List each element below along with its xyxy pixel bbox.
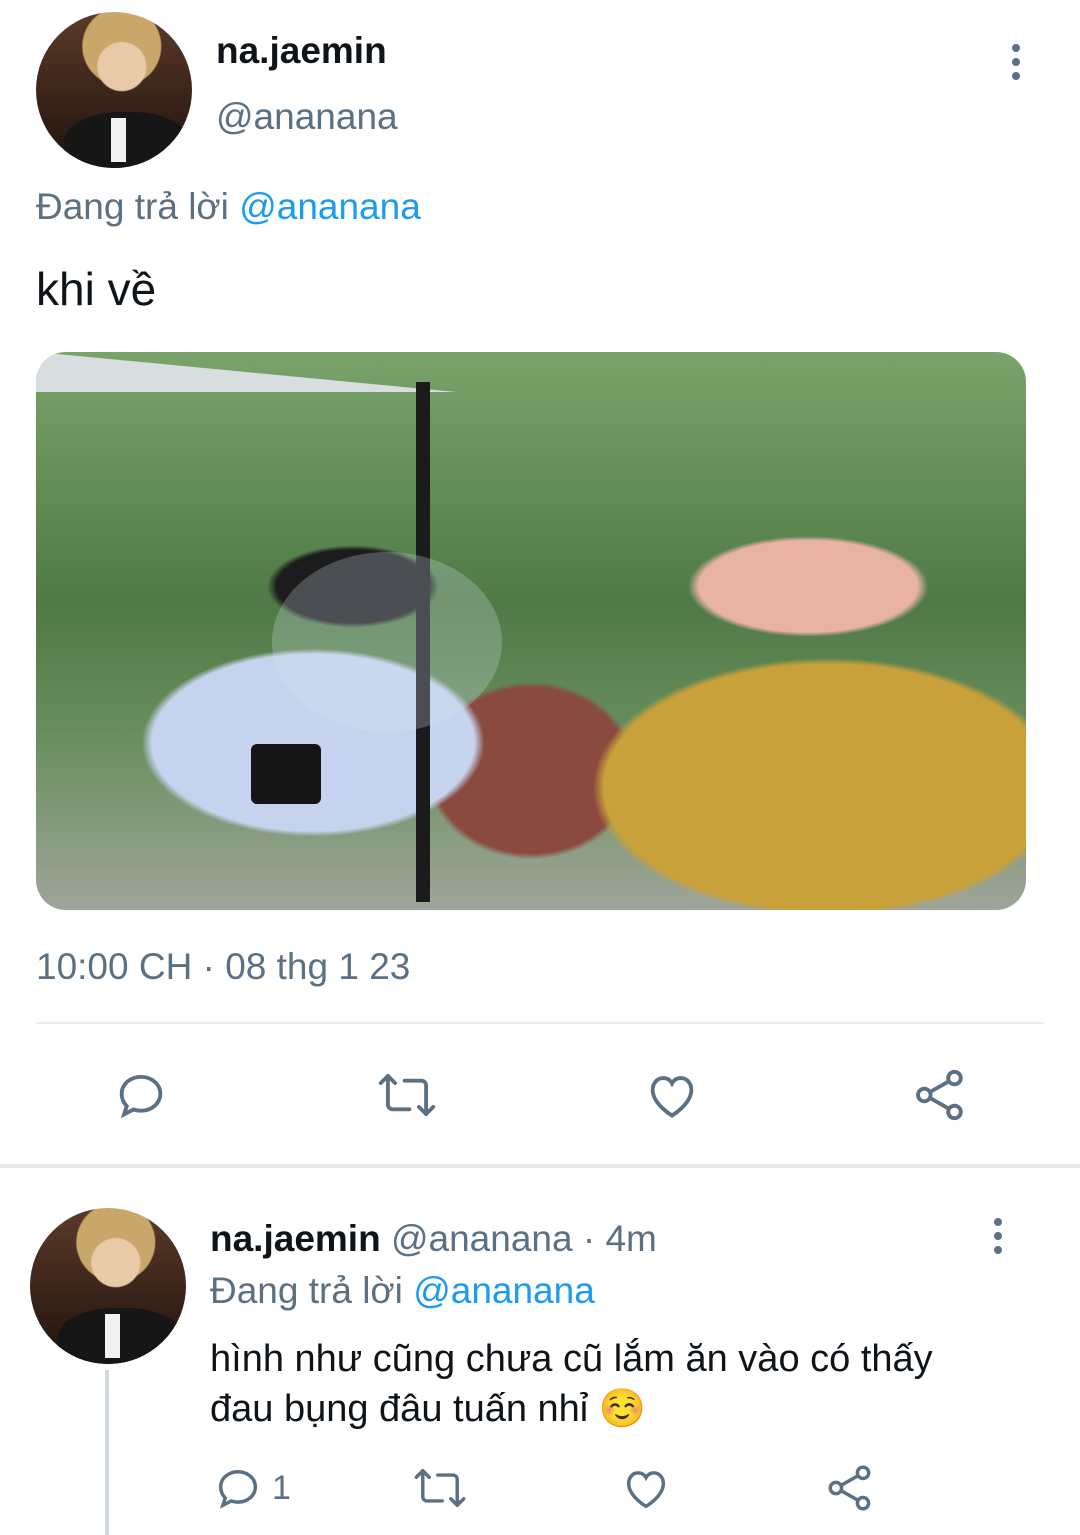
reply-handle[interactable]: @ananana bbox=[391, 1218, 573, 1259]
reply-prefix: Đang trả lời bbox=[36, 186, 229, 227]
divider bbox=[36, 1022, 1044, 1024]
reply-header: na.jaemin @ananana · 4m bbox=[210, 1218, 657, 1260]
share-button[interactable] bbox=[910, 1066, 970, 1124]
share-icon bbox=[916, 1069, 963, 1121]
reply-share-button[interactable] bbox=[824, 1462, 876, 1514]
like-button[interactable] bbox=[642, 1066, 702, 1124]
replying-to: Đang trả lời @ananana bbox=[36, 186, 421, 228]
reply-count: 1 bbox=[272, 1468, 291, 1507]
retweet-icon bbox=[378, 1074, 436, 1116]
kebab-vertical-icon bbox=[994, 1218, 1002, 1226]
reply-time: · 4m bbox=[582, 1218, 657, 1259]
display-name[interactable]: na.jaemin bbox=[216, 30, 387, 72]
reply-more-options-button[interactable] bbox=[988, 1218, 1008, 1254]
reply-reply-button[interactable]: 1 bbox=[212, 1462, 291, 1514]
smiling-face-emoji: ☺️ bbox=[598, 1388, 647, 1430]
retweet-button[interactable] bbox=[376, 1066, 438, 1124]
kebab-vertical-icon bbox=[1012, 44, 1020, 52]
reply-text-line-2: đau bụng đâu tuấn nhỉ ☺️ bbox=[210, 1388, 647, 1430]
reply-replying-to: Đang trả lời @ananana bbox=[210, 1270, 595, 1312]
reply-retweet-button[interactable] bbox=[412, 1462, 468, 1514]
reply-button[interactable] bbox=[112, 1066, 170, 1124]
like-icon bbox=[650, 1076, 694, 1118]
reply-icon bbox=[218, 1470, 258, 1509]
reply-text-line-1: hình như cũng chưa cũ lắm ăn vào có thấy bbox=[210, 1338, 933, 1380]
retweet-icon bbox=[414, 1469, 466, 1507]
thread-line bbox=[105, 1370, 109, 1535]
share-icon bbox=[828, 1465, 871, 1511]
reply-prefix: Đang trả lời bbox=[210, 1270, 403, 1311]
handle[interactable]: @ananana bbox=[216, 96, 398, 138]
reply-display-name[interactable]: na.jaemin bbox=[210, 1218, 381, 1259]
section-divider bbox=[0, 1164, 1080, 1168]
reply-icon bbox=[119, 1074, 163, 1119]
reply-avatar[interactable] bbox=[30, 1208, 186, 1364]
tweet-text: khi về bbox=[36, 263, 157, 315]
timestamp: 10:00 CH · 08 thg 1 23 bbox=[36, 946, 411, 987]
reply-text: hình như cũng chưa cũ lắm ăn vào có thấy… bbox=[210, 1334, 933, 1434]
reply-to-handle[interactable]: @ananana bbox=[239, 186, 421, 227]
reply-like-button[interactable] bbox=[620, 1462, 672, 1514]
tweet-media-photo[interactable] bbox=[36, 352, 1026, 910]
reply-to-handle[interactable]: @ananana bbox=[413, 1270, 595, 1311]
like-icon bbox=[626, 1471, 666, 1509]
more-options-button[interactable] bbox=[1006, 44, 1026, 80]
avatar[interactable] bbox=[36, 12, 192, 168]
